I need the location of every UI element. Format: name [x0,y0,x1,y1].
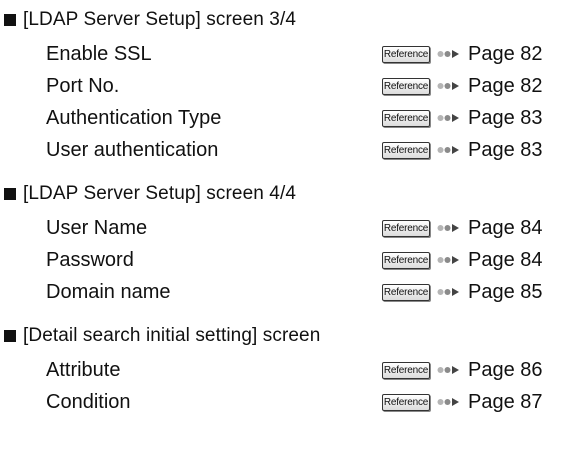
arrow-indicator-icon [437,49,461,59]
arrow-indicator-icon [437,81,461,91]
setting-label: Enable SSL [46,43,152,65]
reference-icon: Reference [382,393,430,411]
setting-label: Attribute [46,359,121,381]
page-reference[interactable]: Reference Page 84 [382,213,543,243]
page-reference[interactable]: Reference Page 84 [382,245,543,275]
page-reference[interactable]: Reference Page 82 [382,71,543,101]
arrow-indicator-icon [437,287,461,297]
page-number: Page 85 [468,281,543,303]
page-number: Page 84 [468,249,543,271]
list-item-enable-ssl: Enable SSL Reference Page 82 [0,39,563,69]
list-item-attribute: Attribute Reference Page 86 [0,355,563,385]
setting-label: Authentication Type [46,107,222,129]
section-heading: [Detail search initial setting] screen [4,322,320,350]
list-item-user-authentication: User authentication Reference Page 83 [0,135,563,165]
section-heading: [LDAP Server Setup] screen 3/4 [4,6,296,34]
list-item-port-no: Port No. Reference Page 82 [0,71,563,101]
list-item-password: Password Reference Page 84 [0,245,563,275]
page-number: Page 83 [468,139,543,161]
list-item-condition: Condition Reference Page 87 [0,387,563,417]
page-reference[interactable]: Reference Page 83 [382,103,543,133]
page-number: Page 83 [468,107,543,129]
setting-label: Port No. [46,75,120,97]
setting-label: Password [46,249,134,271]
setting-label: Condition [46,391,131,413]
arrow-indicator-icon [437,113,461,123]
reference-icon: Reference [382,361,430,379]
list-item-domain-name: Domain name Reference Page 85 [0,277,563,307]
arrow-indicator-icon [437,255,461,265]
reference-icon: Reference [382,251,430,269]
square-bullet-icon [4,330,16,342]
page-reference[interactable]: Reference Page 83 [382,135,543,165]
page-reference[interactable]: Reference Page 87 [382,387,543,417]
square-bullet-icon [4,14,16,26]
page-number: Page 82 [468,43,543,65]
section-heading: [LDAP Server Setup] screen 4/4 [4,180,296,208]
setting-label: User authentication [46,139,219,161]
page-number: Page 87 [468,391,543,413]
arrow-indicator-icon [437,223,461,233]
page-number: Page 86 [468,359,543,381]
reference-icon: Reference [382,219,430,237]
reference-icon: Reference [382,45,430,63]
page-number: Page 84 [468,217,543,239]
reference-icon: Reference [382,77,430,95]
section-heading-text: [Detail search initial setting] screen [23,325,321,346]
arrow-indicator-icon [437,397,461,407]
page-reference[interactable]: Reference Page 85 [382,277,543,307]
reference-icon: Reference [382,109,430,127]
setting-label: User Name [46,217,148,239]
setting-label: Domain name [46,281,171,303]
reference-icon: Reference [382,141,430,159]
reference-page: [LDAP Server Setup] screen 3/4 Enable SS… [0,0,563,476]
arrow-indicator-icon [437,365,461,375]
list-item-user-name: User Name Reference Page 84 [0,213,563,243]
list-item-authentication-type: Authentication Type Reference Page 83 [0,103,563,133]
page-reference[interactable]: Reference Page 86 [382,355,543,385]
reference-icon: Reference [382,283,430,301]
section-heading-text: [LDAP Server Setup] screen 4/4 [23,183,297,204]
square-bullet-icon [4,188,16,200]
page-number: Page 82 [468,75,543,97]
page-reference[interactable]: Reference Page 82 [382,39,543,69]
section-heading-text: [LDAP Server Setup] screen 3/4 [23,9,297,30]
arrow-indicator-icon [437,145,461,155]
